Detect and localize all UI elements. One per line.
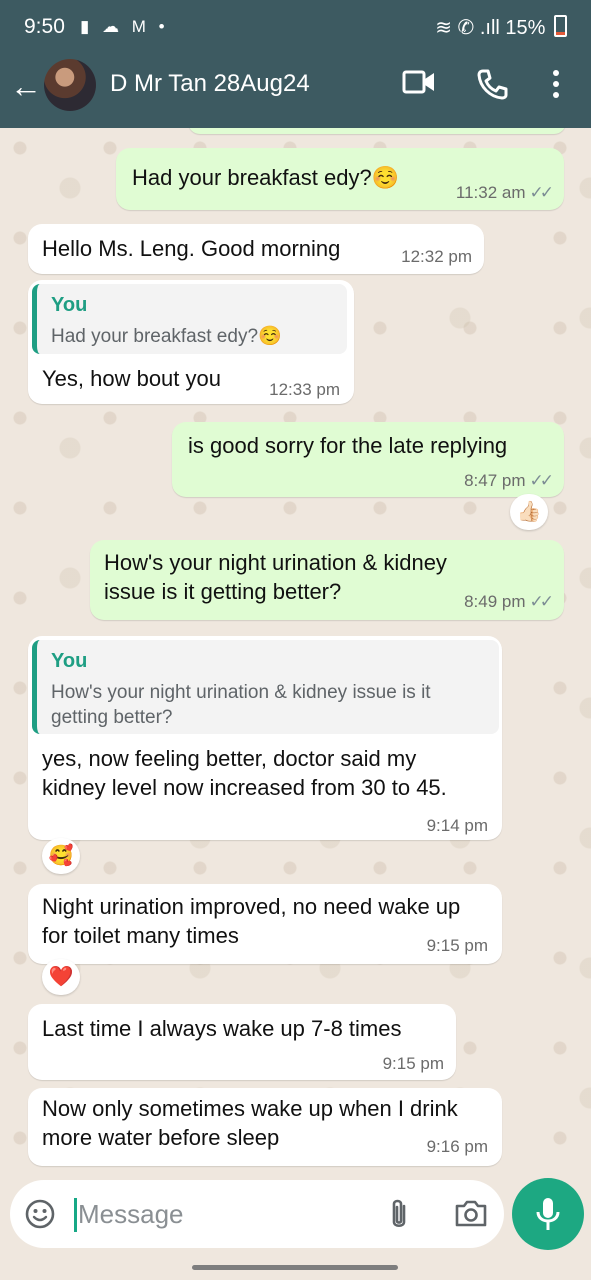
- read-ticks-icon: ✓✓: [529, 592, 554, 611]
- message-text: yes, now feeling better, doctor said my …: [42, 746, 447, 800]
- message-time: 8:49 pm: [464, 592, 526, 611]
- message-time: 8:47 pm: [464, 471, 526, 490]
- wifi-signal-icon: ≋ ✆ .ıll: [435, 17, 506, 39]
- quoted-message[interactable]: You How's your night urination & kidney …: [32, 640, 499, 734]
- gesture-nav-bar[interactable]: [192, 1265, 398, 1270]
- attach-icon[interactable]: [384, 1196, 414, 1232]
- battery-icon: [554, 15, 567, 37]
- text-cursor: [74, 1198, 77, 1232]
- status-right: ≋ ✆ .ıll 15%: [435, 15, 567, 40]
- quote-text: Had your breakfast edy?☺️: [51, 326, 282, 347]
- reaction-smiling-hearts[interactable]: 🥰: [42, 838, 80, 874]
- message-meta: 8:49 pm ✓✓: [464, 592, 554, 612]
- quote-text: How's your night urination & kidney issu…: [51, 682, 431, 728]
- message-bubble-incoming[interactable]: Last time I always wake up 7-8 times 9:1…: [28, 1004, 456, 1080]
- message-text: Now only sometimes wake up when I drink …: [42, 1096, 458, 1150]
- more-menu-icon[interactable]: [548, 68, 564, 100]
- status-bar: 9:50 ▮ ☁ M • ≋ ✆ .ıll 15%: [0, 0, 591, 56]
- reaction-heart[interactable]: ❤️: [42, 959, 80, 995]
- reaction-thumbs-up[interactable]: 👍🏻: [510, 494, 548, 530]
- message-composer[interactable]: Message: [10, 1180, 504, 1248]
- emoji-icon[interactable]: [24, 1198, 56, 1230]
- camera-icon[interactable]: [454, 1198, 488, 1228]
- quote-author: You: [51, 650, 88, 672]
- message-meta: 11:32 am ✓✓: [455, 183, 554, 203]
- battery-level: 15%: [505, 17, 546, 39]
- message-text: Last time I always wake up 7-8 times: [42, 1016, 402, 1041]
- mic-icon: [536, 1198, 560, 1230]
- message-bubble-partial[interactable]: [188, 128, 566, 134]
- message-text: How's your night urination & kidney issu…: [104, 550, 447, 604]
- read-ticks-icon: ✓✓: [529, 471, 554, 490]
- message-time: 12:32 pm: [401, 247, 472, 266]
- message-bubble-outgoing[interactable]: How's your night urination & kidney issu…: [90, 540, 564, 620]
- message-text: is good sorry for the late replying: [188, 433, 508, 458]
- quote-author: You: [51, 294, 88, 316]
- quoted-message[interactable]: You Had your breakfast edy?☺️: [32, 284, 347, 354]
- contact-name[interactable]: D Mr Tan 28Aug24: [110, 70, 310, 98]
- message-time: 11:32 am: [455, 183, 526, 202]
- message-text: Hello Ms. Leng. Good morning: [42, 236, 341, 261]
- phone-icon[interactable]: [476, 68, 508, 100]
- voice-message-button[interactable]: [512, 1178, 584, 1250]
- message-bubble-incoming[interactable]: Night urination improved, no need wake u…: [28, 884, 502, 964]
- message-time: 12:33 pm: [269, 380, 340, 399]
- avatar[interactable]: [44, 59, 96, 111]
- message-bubble-incoming[interactable]: You Had your breakfast edy?☺️ Yes, how b…: [28, 280, 354, 404]
- message-bubble-incoming[interactable]: Hello Ms. Leng. Good morning 12:32 pm: [28, 224, 484, 274]
- message-input[interactable]: Message: [78, 1199, 184, 1230]
- notification-icons: ▮ ☁ M •: [80, 17, 169, 36]
- message-time: 9:14 pm: [426, 816, 488, 835]
- message-meta: 8:47 pm ✓✓: [464, 471, 554, 491]
- message-text: Yes, how bout you: [42, 366, 221, 391]
- message-time: 9:15 pm: [426, 936, 488, 955]
- message-time: 9:15 pm: [382, 1054, 444, 1073]
- read-ticks-icon: ✓✓: [529, 183, 554, 202]
- video-call-icon[interactable]: [402, 68, 436, 96]
- message-text: Night urination improved, no need wake u…: [42, 894, 461, 948]
- message-bubble-outgoing[interactable]: is good sorry for the late replying 8:47…: [172, 422, 564, 497]
- message-bubble-incoming[interactable]: Now only sometimes wake up when I drink …: [28, 1088, 502, 1166]
- chat-header: ← D Mr Tan 28Aug24: [0, 56, 591, 128]
- status-time: 9:50: [24, 15, 65, 38]
- message-text: Had your breakfast edy?☺️: [132, 165, 400, 190]
- message-bubble-outgoing[interactable]: Had your breakfast edy?☺️ 11:32 am ✓✓: [116, 148, 564, 210]
- message-bubble-incoming[interactable]: You How's your night urination & kidney …: [28, 636, 502, 840]
- message-time: 9:16 pm: [426, 1137, 488, 1156]
- chat-area[interactable]: Had your breakfast edy?☺️ 11:32 am ✓✓ Hel…: [0, 128, 591, 1178]
- back-arrow-icon[interactable]: ←: [10, 70, 42, 102]
